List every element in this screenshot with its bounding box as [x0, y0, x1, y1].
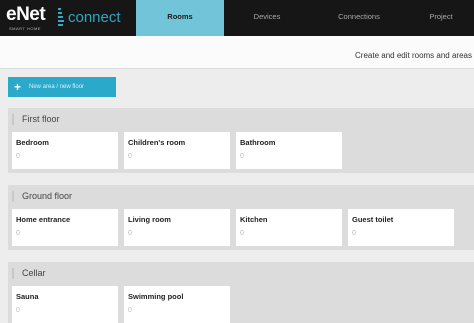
floor-section-first-floor: First floor Bedroom 0 Children's room 0 … — [8, 108, 474, 173]
tab-devices[interactable]: Devices — [224, 0, 310, 36]
room-card-bedroom[interactable]: Bedroom 0 — [12, 132, 118, 169]
room-card-kitchen[interactable]: Kitchen 0 — [236, 209, 342, 246]
tab-project[interactable]: Project — [408, 0, 474, 36]
drag-handle[interactable] — [12, 268, 14, 279]
new-area-button[interactable]: + New area / new floor — [8, 77, 116, 97]
device-count: 0 — [352, 230, 356, 237]
room-name: Home entrance — [16, 215, 71, 224]
drag-handle[interactable] — [12, 191, 14, 202]
logo-tagline: SMART HOME — [9, 26, 41, 31]
tab-rooms[interactable]: Rooms — [136, 0, 224, 36]
room-name: Sauna — [16, 292, 39, 301]
floor-section-ground-floor: Ground floor Home entrance 0 Living room… — [8, 185, 474, 250]
room-card-sauna[interactable]: Sauna 0 — [12, 286, 118, 323]
room-card-living-room[interactable]: Living room 0 — [124, 209, 230, 246]
floor-label[interactable]: Cellar — [22, 268, 46, 278]
room-name: Living room — [128, 215, 171, 224]
device-count: 0 — [128, 307, 132, 314]
room-name: Guest toilet — [352, 215, 394, 224]
enet-connect-logo: eNet SMART HOME connect — [6, 4, 132, 34]
room-card-home-entrance[interactable]: Home entrance 0 — [12, 209, 118, 246]
device-count: 0 — [16, 307, 20, 314]
device-count: 0 — [240, 153, 244, 160]
device-count: 0 — [128, 230, 132, 237]
device-count: 0 — [128, 153, 132, 160]
room-card-childrens-room[interactable]: Children's room 0 — [124, 132, 230, 169]
logo-brand: eNet — [6, 4, 46, 25]
info-bar: Create and edit rooms and areas — [0, 36, 474, 69]
room-name: Bedroom — [16, 138, 49, 147]
plus-icon: + — [14, 80, 22, 94]
device-count: 0 — [16, 230, 20, 237]
logo-product: connect — [68, 9, 121, 26]
floor-label[interactable]: Ground floor — [22, 191, 72, 201]
room-name: Children's room — [128, 138, 186, 147]
drag-handle[interactable] — [12, 114, 14, 125]
room-name: Bathroom — [240, 138, 276, 147]
room-card-guest-toilet[interactable]: Guest toilet 0 — [348, 209, 454, 246]
signal-icon — [58, 8, 64, 28]
floor-label[interactable]: First floor — [22, 114, 60, 124]
floor-section-cellar: Cellar Sauna 0 Swimming pool 0 — [8, 262, 474, 323]
room-card-swimming-pool[interactable]: Swimming pool 0 — [124, 286, 230, 323]
device-count: 0 — [240, 230, 244, 237]
top-bar: eNet SMART HOME connect Rooms Devices Co… — [0, 0, 474, 36]
page-description: Create and edit rooms and areas — [355, 51, 472, 60]
tab-connections[interactable]: Connections — [310, 0, 408, 36]
room-card-bathroom[interactable]: Bathroom 0 — [236, 132, 342, 169]
device-count: 0 — [16, 153, 20, 160]
room-name: Kitchen — [240, 215, 268, 224]
room-name: Swimming pool — [128, 292, 184, 301]
new-area-label: New area / new floor — [29, 84, 85, 90]
